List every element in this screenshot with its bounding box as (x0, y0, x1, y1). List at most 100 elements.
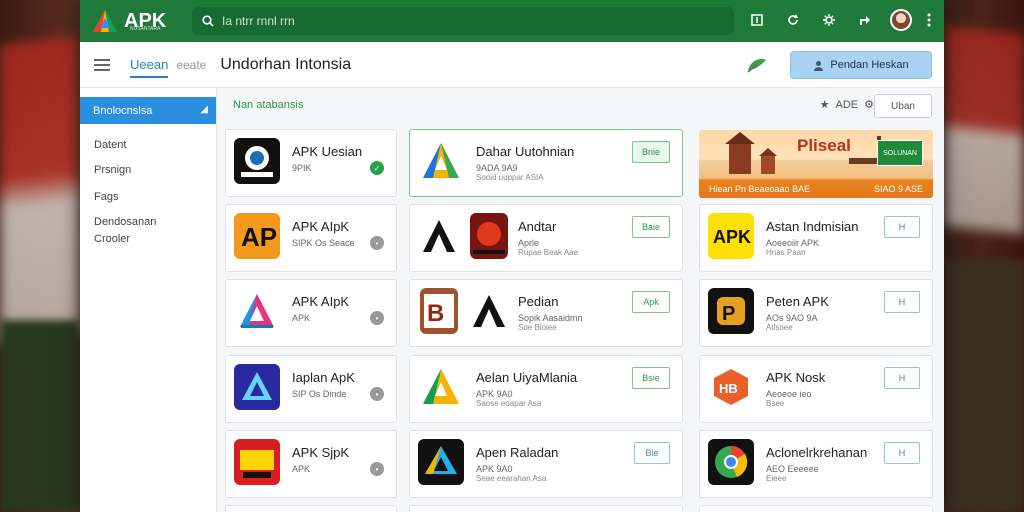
chrome-icon (708, 439, 754, 485)
tab-active[interactable]: Ueean (130, 57, 169, 78)
install-button[interactable]: H (884, 442, 920, 464)
star-icon[interactable]: ★ (820, 98, 830, 111)
sidebar-item-1[interactable]: Datent (80, 139, 216, 151)
app-card[interactable]: B Pedian Sopik Aasaidmn Soe Bioiee Apk (409, 279, 683, 347)
info-icon[interactable]: • (370, 462, 384, 476)
sidebar-item-active[interactable]: Bnolocnslsa ◢ (80, 97, 216, 124)
dark-arrow-icon (470, 288, 508, 334)
view-button[interactable]: Uban (874, 94, 932, 118)
main-content: Nan atabansis ★ ADE ⚙ Uban APK Uesian 9P… (217, 88, 944, 512)
apk-logo-icon (93, 10, 117, 32)
refresh-icon[interactable] (782, 9, 804, 31)
app-title: APK Nosk (766, 370, 826, 385)
app-card[interactable]: APK AIpK APK • (225, 279, 397, 347)
install-button[interactable]: Bnie (632, 141, 670, 163)
share-icon[interactable] (854, 9, 876, 31)
app-meta: Hnas Paan (766, 248, 806, 257)
more-icon[interactable] (926, 9, 932, 31)
app-subtitle: APK (292, 464, 311, 474)
info-icon[interactable]: • (370, 311, 384, 325)
install-button[interactable]: H (884, 216, 920, 238)
tab-inactive[interactable]: eeate (176, 58, 206, 72)
app-title: APK AIpK (292, 219, 350, 234)
install-button[interactable]: H (884, 291, 920, 313)
install-button[interactable]: Bsie (632, 367, 670, 389)
search-icon (202, 15, 214, 27)
install-button[interactable]: Baie (632, 216, 670, 238)
menu-icon[interactable] (94, 58, 110, 71)
promo-banner[interactable]: Pliseal SOLUNAN Hiean Pn Beaeoaao BAE SI… (699, 130, 933, 198)
install-button[interactable]: Apk (632, 291, 670, 313)
app-meta: Saose eoapar Asa (476, 399, 542, 408)
app-card[interactable]: P Peten APK AOs 9AO 9A Atlsoee H (699, 279, 933, 347)
search-input[interactable]: Ia ntrr rnnl rrn (192, 7, 734, 35)
sidebar: Bnolocnslsa ◢ Datent Prsnign Fags Dendos… (80, 88, 217, 512)
app-subtitle: SIP Os Dinde (292, 389, 347, 399)
app-card[interactable]: APK SjpK APK • (225, 430, 397, 498)
sidebar-item-4[interactable]: Dendosanan Crooler (80, 214, 216, 248)
b-apk-icon: B (420, 288, 458, 334)
install-button[interactable]: H (884, 367, 920, 389)
app-meta: Atlsoee (766, 323, 793, 332)
banner-footer-right: SIAO 9 ASE (873, 184, 923, 194)
app-meta: Soe Bioiee (518, 323, 557, 332)
app-card[interactable] (409, 505, 683, 512)
apk-triangle-icon (418, 138, 464, 184)
game-icon (234, 439, 280, 485)
app-card[interactable]: Iaplan ApK SIP Os Dinde • (225, 355, 397, 423)
app-title: Andtar (518, 219, 557, 234)
banner-title: Pliseal (797, 136, 851, 155)
app-card[interactable]: AP APK AIpK SIPK Os Seace • (225, 204, 397, 272)
app-card[interactable] (699, 505, 933, 512)
app-card[interactable]: Aclonelrkrehanan AEO Eeeeee Eieee H (699, 430, 933, 498)
app-meta: Seae eearahan Asa (476, 474, 547, 483)
app-title: APK Uesian (292, 144, 363, 159)
app-card[interactable]: APK Astan Indmisian Aoeeoiir APK Hnas Pa… (699, 204, 933, 272)
app-window: APK NUSANTARA Ia ntrr rnnl rrn Ueean eea… (80, 0, 944, 512)
install-button[interactable]: Bie (634, 442, 670, 464)
leaf-icon[interactable] (746, 56, 768, 74)
primary-action-button[interactable]: Pendan Heskan (790, 51, 932, 79)
app-title: Pedian (518, 294, 559, 309)
info-icon[interactable]: • (370, 236, 384, 250)
app-meta: Sooid uuppar ASIA (476, 173, 544, 182)
chevron-icon: ◢ (200, 104, 208, 115)
app-card[interactable]: HB APK Nosk Aeoeoe ieo Bsee H (699, 355, 933, 423)
app-subtitle: APK (292, 313, 311, 323)
background-building-right (944, 260, 1024, 512)
app-card[interactable]: Andtar Aprle Rupae Beak Aae Baie (409, 204, 683, 272)
settings-icon[interactable] (818, 9, 840, 31)
blue-a-icon (234, 364, 280, 410)
app-card[interactable] (225, 505, 397, 512)
app-title: Peten APK (766, 294, 829, 309)
app-subtitle: Sopik Aasaidmn (518, 313, 583, 323)
app-card[interactable]: Apen Raladan APK 9A0 Seae eearahan Asa B… (409, 430, 683, 498)
sidebar-item-label: Dendosanan (94, 216, 157, 228)
app-subtitle: APK 9A0 (476, 464, 513, 474)
arrow-logo-icon (420, 213, 458, 259)
app-card[interactable]: APK Uesian 9PIK ✓ (225, 129, 397, 197)
search-placeholder: Ia ntrr rnnl rrn (222, 14, 295, 28)
app-meta: Rupae Beak Aae (518, 248, 579, 257)
app-subtitle: 9ADA 9A9 (476, 163, 518, 173)
sidebar-item-2[interactable]: Prsnign (80, 164, 216, 176)
gear-icon[interactable]: ⚙ (864, 98, 874, 111)
sort-controls[interactable]: ★ ADE ⚙ (820, 98, 874, 112)
download-icon[interactable] (746, 9, 768, 31)
background-flag-right (944, 25, 1024, 235)
header-bar: Ueean eeate Undorhan Intonsia Pendan Hes… (80, 42, 944, 88)
avatar[interactable] (890, 9, 912, 31)
app-subtitle: Aoeeoiir APK (766, 238, 820, 248)
app-card[interactable]: Aelan UiyaMlania APK 9A0 Saose eoapar As… (409, 355, 683, 423)
info-icon[interactable]: • (370, 387, 384, 401)
sidebar-item-3[interactable]: Fags (80, 191, 216, 203)
green-triangle-icon (418, 364, 464, 410)
background-flag-left (0, 35, 80, 345)
app-card[interactable]: Dahar Uutohnian 9ADA 9A9 Sooid uuppar AS… (409, 129, 683, 197)
a-gradient-icon (234, 288, 280, 334)
check-icon[interactable]: ✓ (370, 161, 384, 175)
app-title: Astan Indmisian (766, 219, 859, 234)
svg-text:AP: AP (241, 222, 277, 252)
ap-logo-icon: AP (234, 213, 280, 259)
app-subtitle: AOs 9AO 9A (766, 313, 818, 323)
